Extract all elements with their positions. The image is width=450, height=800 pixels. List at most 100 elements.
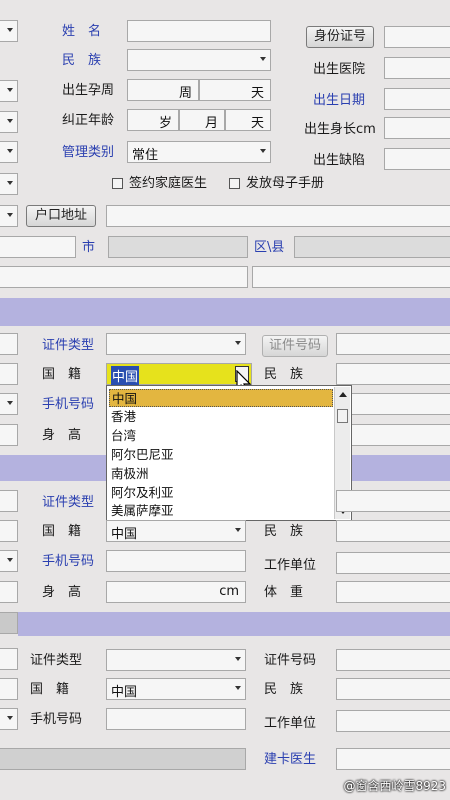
- g3-bottom-field[interactable]: [0, 748, 246, 770]
- section-divider-1: [0, 298, 450, 326]
- left-partial-field-6[interactable]: [0, 205, 18, 227]
- age-day-input[interactable]: 天: [225, 109, 271, 131]
- g3-phone-input[interactable]: [106, 708, 246, 730]
- birth-defect-input[interactable]: [384, 148, 450, 170]
- address-detail-input-1[interactable]: [0, 266, 248, 288]
- g2-left-field-2[interactable]: [0, 520, 18, 542]
- left-partial-field-2[interactable]: [0, 80, 18, 102]
- birth-hospital-label: 出生医院: [313, 62, 366, 77]
- g3-cert-number-input[interactable]: [336, 649, 450, 671]
- g1-work-unit-input[interactable]: [336, 424, 450, 446]
- chevron-down-icon: [235, 341, 241, 345]
- g2-weight-input[interactable]: [336, 581, 450, 603]
- g1-cert-number-input[interactable]: [336, 333, 450, 355]
- g2-nationality-value: 中国: [111, 527, 138, 542]
- family-doctor-checkbox[interactable]: [112, 178, 123, 189]
- g3-nationality-select[interactable]: 中国: [106, 678, 246, 700]
- id-number-button[interactable]: 身份证号: [306, 26, 374, 48]
- g2-left-field-3[interactable]: [0, 550, 18, 572]
- chevron-down-icon: [7, 28, 13, 32]
- gestation-day-input[interactable]: 天: [199, 79, 271, 101]
- week-unit: 周: [178, 86, 192, 101]
- dropdown-option[interactable]: 阿尔及利亚: [111, 484, 174, 502]
- left-partial-field-1[interactable]: [0, 20, 18, 42]
- g1-nationality-value: 中国: [111, 366, 140, 385]
- g1-left-field-4[interactable]: [0, 424, 18, 446]
- age-year-input[interactable]: 岁: [127, 109, 179, 131]
- g3-left-field-1[interactable]: [0, 648, 18, 670]
- chevron-down-icon: [7, 88, 13, 92]
- card-doctor-input[interactable]: [336, 748, 450, 770]
- g1-left-field-3[interactable]: [0, 393, 18, 415]
- chevron-down-icon: [7, 119, 13, 123]
- g3-left-field-3[interactable]: [0, 708, 18, 730]
- district-label: 区\县: [254, 240, 285, 255]
- chevron-down-icon: [7, 716, 13, 720]
- month-unit: 月: [204, 116, 218, 131]
- g2-work-unit-input[interactable]: [336, 552, 450, 574]
- scroll-thumb[interactable]: [337, 409, 348, 423]
- name-input[interactable]: [127, 20, 271, 42]
- left-partial-field-4[interactable]: [0, 141, 18, 163]
- g2-left-field-1[interactable]: [0, 490, 18, 512]
- g2-nationality-select[interactable]: 中国: [106, 520, 246, 542]
- g2-weight-label: 体 重: [264, 585, 304, 600]
- g2-ethnicity-select[interactable]: [336, 520, 450, 542]
- g1-ethnicity-select[interactable]: [336, 363, 450, 385]
- g3-cert-type-select[interactable]: [106, 649, 246, 671]
- district-select[interactable]: [294, 236, 450, 258]
- household-address-input[interactable]: [106, 205, 450, 227]
- g2-phone-input[interactable]: [106, 550, 246, 572]
- g3-cert-number-label: 证件号码: [264, 653, 317, 668]
- management-type-label: 管理类别: [62, 145, 115, 160]
- dropdown-option[interactable]: 中国: [109, 389, 333, 407]
- chevron-down-icon: [260, 149, 266, 153]
- g2-left-field-5[interactable]: [0, 612, 18, 634]
- maternal-handbook-checkbox[interactable]: [229, 178, 240, 189]
- household-address-button[interactable]: 户口地址: [26, 205, 96, 227]
- birth-height-label: 出生身长cm: [304, 122, 376, 137]
- g2-left-field-4[interactable]: [0, 581, 18, 603]
- id-number-input[interactable]: [384, 26, 450, 48]
- g1-phone-input[interactable]: [336, 393, 450, 415]
- year-unit: 岁: [158, 116, 172, 131]
- ethnicity-select[interactable]: [127, 49, 271, 71]
- g1-nationality-select[interactable]: 中国: [106, 363, 252, 385]
- g1-cert-type-select[interactable]: [106, 333, 246, 355]
- left-partial-field-5[interactable]: [0, 173, 18, 195]
- birth-height-input[interactable]: [384, 117, 450, 139]
- birth-date-input[interactable]: [384, 88, 450, 110]
- dropdown-option[interactable]: 台湾: [111, 427, 136, 445]
- city-label: 市: [82, 240, 96, 255]
- dropdown-option[interactable]: 阿尔巴尼亚: [111, 446, 174, 464]
- g3-left-field-2[interactable]: [0, 678, 18, 700]
- g2-height-label: 身 高: [42, 585, 82, 600]
- watermark: @窗含西岭雪8923: [343, 779, 446, 793]
- dropdown-option[interactable]: 美属萨摩亚: [111, 502, 174, 520]
- dropdown-option[interactable]: 香港: [111, 408, 136, 426]
- birth-hospital-input[interactable]: [384, 57, 450, 79]
- maternal-handbook-label: 发放母子手册: [246, 176, 325, 191]
- g3-ethnicity-select[interactable]: [336, 678, 450, 700]
- g2-cert-number-input[interactable]: [336, 490, 450, 512]
- g2-phone-label: 手机号码: [42, 554, 95, 569]
- g1-cert-number-button[interactable]: 证件号码: [262, 335, 328, 357]
- g1-nationality-label: 国 籍: [42, 367, 82, 382]
- g2-height-input[interactable]: cm: [106, 581, 246, 603]
- gestation-week-input[interactable]: 周: [127, 79, 199, 101]
- g1-left-field-1[interactable]: [0, 333, 18, 355]
- province-field[interactable]: [0, 236, 76, 258]
- left-partial-field-3[interactable]: [0, 111, 18, 133]
- chevron-down-icon: [7, 213, 13, 217]
- management-type-select[interactable]: 常住: [127, 141, 271, 163]
- age-month-input[interactable]: 月: [179, 109, 225, 131]
- g3-phone-label: 手机号码: [30, 712, 83, 727]
- section-divider-3: [18, 612, 450, 636]
- g1-left-field-2[interactable]: [0, 363, 18, 385]
- city-select[interactable]: [108, 236, 248, 258]
- address-detail-input-2[interactable]: [252, 266, 450, 288]
- nationality-dropdown-list[interactable]: 中国 香港 台湾 阿尔巴尼亚 南极洲 阿尔及利亚 美属萨摩亚: [106, 385, 352, 521]
- g3-work-unit-input[interactable]: [336, 710, 450, 732]
- dropdown-option[interactable]: 南极洲: [111, 465, 149, 483]
- scroll-up-icon[interactable]: [339, 392, 347, 397]
